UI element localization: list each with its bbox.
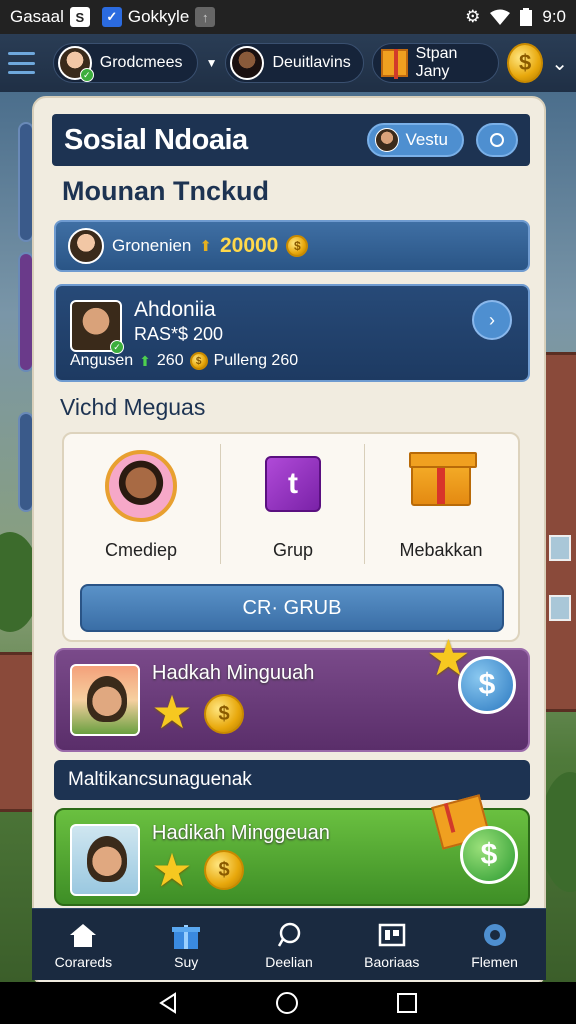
check-icon: ✓ bbox=[79, 68, 94, 82]
dollar-badge-icon: $ bbox=[458, 656, 516, 714]
home-nav-icon[interactable] bbox=[275, 991, 299, 1015]
panel-title-bar: Sosial Ndoaia Vestu bbox=[52, 114, 530, 166]
friend-sub: RAS*$ 200 bbox=[134, 324, 224, 344]
options-button[interactable] bbox=[476, 123, 518, 157]
option-label: Mebakkan bbox=[399, 540, 483, 560]
panel-title: Sosial Ndoaia bbox=[64, 123, 248, 156]
option-gift[interactable]: Mebakkan bbox=[366, 444, 516, 564]
visit-label: Vestu bbox=[405, 130, 448, 149]
chevron-down-icon[interactable]: ▼ bbox=[206, 56, 218, 70]
divider bbox=[220, 444, 221, 564]
avatar-icon bbox=[105, 450, 177, 522]
tab-label: Deelian bbox=[265, 953, 313, 970]
circle-icon bbox=[490, 133, 504, 147]
chat-icon bbox=[276, 920, 302, 950]
gift-icon bbox=[380, 49, 408, 79]
friend-card[interactable]: ✓ Ahdoniia RAS*$ 200 Angusen ⬆ 260 $ Pul… bbox=[54, 284, 530, 382]
coin-icon[interactable]: $ bbox=[507, 43, 544, 83]
arrow-up-icon: ⬆ bbox=[139, 352, 151, 369]
tab-home[interactable]: Corareds bbox=[32, 909, 135, 980]
section-title: Vichd Meguas bbox=[60, 394, 206, 420]
wifi-icon bbox=[490, 9, 511, 25]
tab-chat[interactable]: Deelian bbox=[238, 909, 341, 980]
coin-icon: $ bbox=[189, 352, 208, 370]
carrier-label: Gasaal bbox=[10, 7, 64, 26]
avatar: ✓ bbox=[57, 46, 94, 82]
promo-avatar bbox=[70, 824, 140, 896]
app-s-icon: S bbox=[69, 7, 90, 27]
promo-card-weekly[interactable]: Hadkah Minguuah ★ $ ★ $ bbox=[54, 633, 530, 752]
dollar-badge-icon: $ bbox=[460, 826, 518, 884]
app-label: Gokkyle bbox=[127, 7, 190, 26]
option-label: Cmediep bbox=[104, 540, 178, 560]
menu-icon[interactable] bbox=[8, 52, 35, 74]
create-group-button[interactable]: CR· GRUB bbox=[80, 584, 504, 632]
home-icon bbox=[68, 920, 98, 950]
options-grid: Cmediep t Grup Mebakkan CR· GRUB bbox=[62, 432, 520, 642]
star-icon: ★ bbox=[151, 844, 193, 896]
friend-name: Ahdoniia bbox=[134, 298, 216, 321]
player-pill-1[interactable]: ✓ Grodcmees bbox=[52, 43, 198, 83]
gift-icon bbox=[171, 920, 201, 950]
gear-status-icon: ⚙ bbox=[465, 7, 481, 26]
tab-label: Flemen bbox=[471, 953, 518, 970]
cube-icon: t bbox=[265, 456, 321, 512]
status-bar: Gasaal S ✓ Gokkyle ↑ ⚙ 9:0 bbox=[0, 0, 576, 34]
balance-name: Gronenien bbox=[112, 236, 192, 255]
player-name-2: Deuitlavins bbox=[272, 54, 351, 71]
stat-value: 260 bbox=[156, 352, 184, 369]
system-nav-bar bbox=[0, 982, 576, 1024]
option-create[interactable]: Cmediep bbox=[70, 444, 212, 564]
star-icon: ★ bbox=[151, 686, 193, 738]
player-name-1: Grodcmees bbox=[99, 54, 183, 71]
battery-icon bbox=[520, 8, 533, 26]
board-icon bbox=[378, 920, 406, 950]
avatar bbox=[68, 228, 104, 264]
avatar bbox=[230, 46, 265, 80]
app-blue-icon: ✓ bbox=[101, 7, 122, 27]
top-nav: ✓ Grodcmees ▼ Deuitlavins Stpan Jany $ ⌄ bbox=[0, 34, 576, 92]
avatar bbox=[375, 128, 400, 152]
stat-label: Angusen bbox=[70, 352, 134, 369]
tab-settings[interactable]: Flemen bbox=[443, 909, 546, 980]
visit-button[interactable]: Vestu bbox=[367, 123, 464, 157]
tab-gift[interactable]: Suy bbox=[135, 909, 238, 980]
coin-icon: $ bbox=[204, 850, 244, 890]
arrow-up-icon: ⬆ bbox=[199, 238, 212, 255]
panel-subtitle: Mounan Tnckud bbox=[62, 176, 269, 206]
back-icon[interactable] bbox=[158, 992, 178, 1014]
recents-icon[interactable] bbox=[396, 992, 418, 1014]
promo-avatar bbox=[70, 664, 140, 736]
section-bar: Maltikancsunaguenak bbox=[54, 760, 530, 800]
coin-icon: $ bbox=[286, 235, 309, 257]
tab-label: Baoriaas bbox=[364, 953, 420, 970]
settings-icon bbox=[481, 920, 509, 950]
promo-title: Hadikah Minggeuan bbox=[152, 822, 330, 844]
promo-title: Hadkah Minguuah bbox=[152, 662, 315, 684]
bottom-tab-bar: Corareds Suy Deelian Baoriaas Flemen bbox=[32, 908, 546, 980]
player-pill-2[interactable]: Deuitlavins bbox=[225, 43, 364, 83]
promo-card-weekly-2[interactable]: Hadikah Minggeuan ★ $ $ bbox=[54, 794, 530, 906]
shop-pill[interactable]: Stpan Jany bbox=[371, 43, 500, 83]
social-panel: Sosial Ndoaia Vestu Mounan Tnckud Gronen… bbox=[32, 96, 546, 986]
tab-label: Corareds bbox=[54, 953, 113, 970]
tab-board[interactable]: Baoriaas bbox=[340, 909, 443, 980]
friend-stats: Angusen ⬆ 260 $ Pulleng 260 bbox=[70, 352, 298, 370]
extra-stat: Pulleng 260 bbox=[213, 352, 299, 369]
shop-label: Stpan Jany bbox=[415, 45, 458, 80]
option-group[interactable]: t Grup bbox=[222, 444, 364, 564]
balance-amount: 20000 bbox=[219, 234, 279, 257]
tab-label: Suy bbox=[174, 953, 199, 970]
screenshot-icon: ↑ bbox=[195, 7, 216, 27]
balance-bar[interactable]: Gronenien ⬆ 20000 $ bbox=[54, 220, 530, 272]
coin-icon: $ bbox=[204, 694, 244, 734]
avatar: ✓ bbox=[70, 300, 124, 354]
go-arrow-button[interactable]: › bbox=[472, 300, 512, 340]
divider bbox=[364, 444, 365, 564]
option-label: Grup bbox=[272, 540, 314, 560]
chevron-down-icon[interactable]: ⌄ bbox=[551, 51, 568, 76]
clock: 9:0 bbox=[542, 7, 566, 26]
gift-icon bbox=[409, 452, 477, 506]
